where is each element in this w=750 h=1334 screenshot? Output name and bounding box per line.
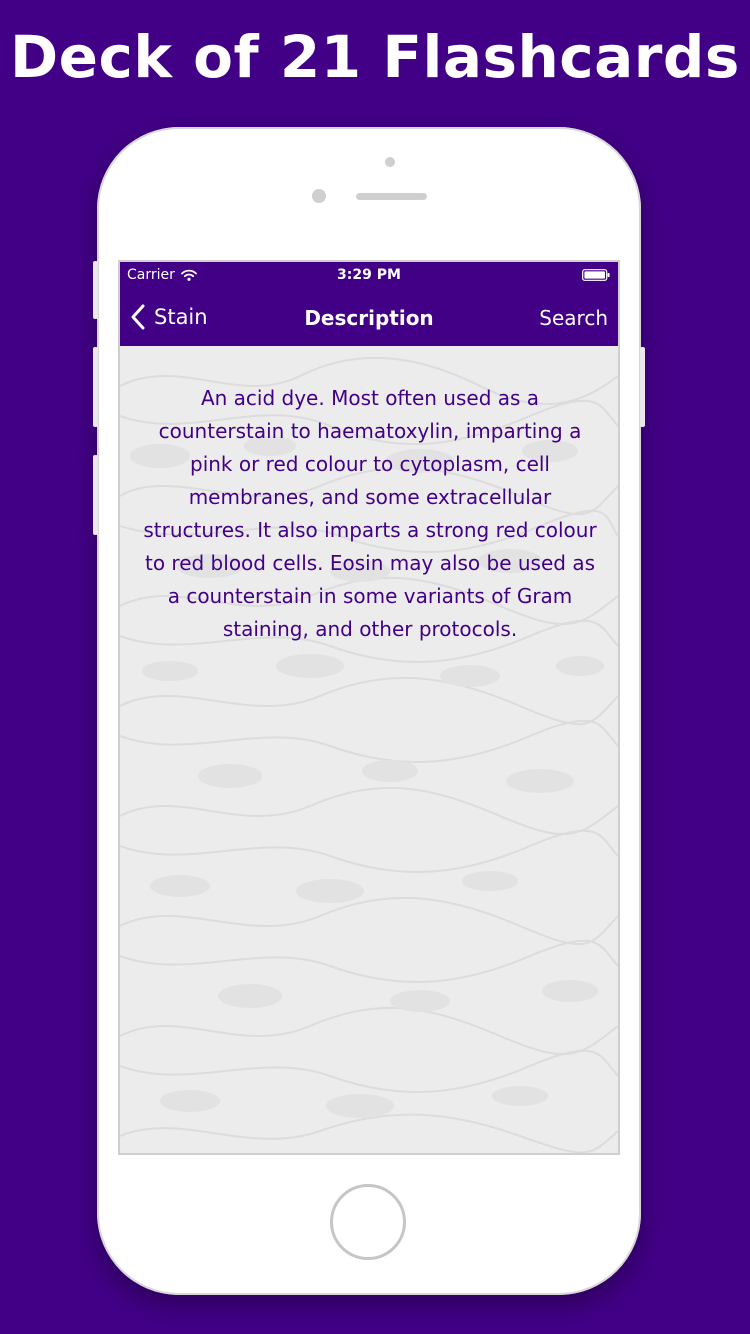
proximity-sensor <box>385 157 395 167</box>
search-button[interactable]: Search <box>539 306 608 330</box>
mute-switch <box>93 261 98 319</box>
status-time: 3:29 PM <box>337 267 401 283</box>
volume-up-button <box>93 347 98 427</box>
promo-headline: Deck of 21 Flashcards <box>10 23 740 91</box>
status-bar: Carrier 3:29 PM <box>120 262 618 290</box>
card-description: An acid dye. Most often used as a counte… <box>143 386 597 641</box>
power-button <box>640 347 645 427</box>
phone-screen: Carrier 3:29 PM Stain Description Search… <box>118 260 620 1155</box>
front-camera <box>312 189 326 203</box>
phone-frame: Carrier 3:29 PM Stain Description Search… <box>93 127 645 1295</box>
volume-down-button <box>93 455 98 535</box>
home-button[interactable] <box>330 1184 406 1260</box>
navigation-bar: Stain Description Search <box>120 290 618 346</box>
earpiece-speaker <box>356 193 427 200</box>
card-content: An acid dye. Most often used as a counte… <box>120 346 618 1153</box>
battery-icon <box>582 269 610 281</box>
